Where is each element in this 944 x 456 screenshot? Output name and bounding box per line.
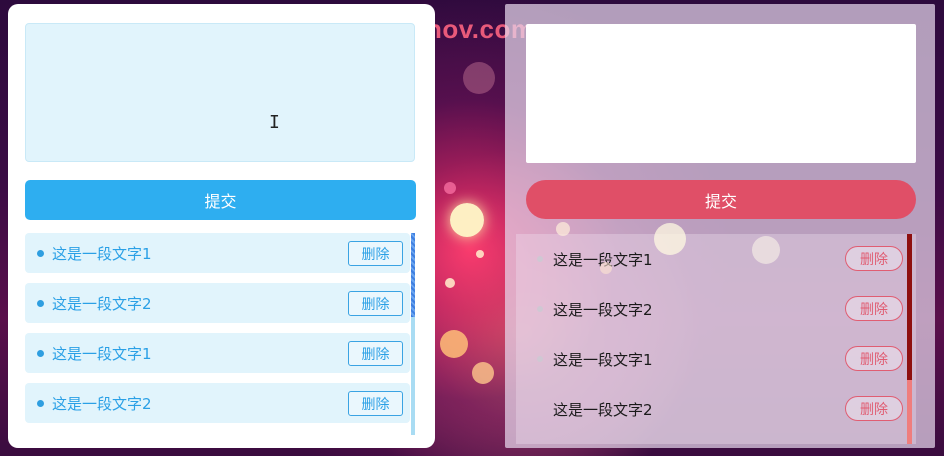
right-text-input[interactable]	[526, 24, 916, 163]
bokeh-light	[463, 62, 495, 94]
delete-button[interactable]: 删除	[845, 296, 903, 321]
left-item-list: 这是一段文字1 删除 这是一段文字2 删除 这是一段文字1 删除 这是一段文字2…	[25, 233, 415, 435]
list-item: 这是一段文字1 删除	[516, 234, 916, 284]
delete-button[interactable]: 删除	[845, 346, 903, 371]
left-scrollbar-thumb[interactable]	[411, 233, 415, 317]
bullet-dot-icon	[537, 406, 543, 412]
left-submit-label: 提交	[204, 192, 237, 211]
delete-button[interactable]: 删除	[348, 391, 403, 416]
right-panel: 提交 这是一段文字1 删除 这是一段文字2 删除 这是一段文字1 删除 这是一段…	[505, 4, 935, 448]
right-submit-button[interactable]: 提交	[526, 180, 916, 219]
bokeh-light	[476, 250, 484, 258]
list-item-text: 这是一段文字1	[553, 350, 653, 369]
bokeh-light	[444, 182, 456, 194]
bullet-dot-icon	[37, 349, 44, 357]
list-item: 这是一段文字1 删除	[25, 233, 410, 273]
delete-button[interactable]: 删除	[348, 341, 403, 366]
left-text-input[interactable]: I	[25, 23, 415, 162]
list-item-text: 这是一段文字1	[52, 344, 152, 363]
right-submit-label: 提交	[704, 191, 737, 211]
text-cursor-icon: I	[269, 112, 280, 133]
right-scrollbar-thumb[interactable]	[907, 234, 912, 380]
list-item-text: 这是一段文字2	[553, 400, 653, 419]
bullet-dot-icon	[537, 306, 543, 312]
bokeh-light	[450, 203, 484, 237]
bullet-dot-icon	[537, 256, 543, 262]
delete-button[interactable]: 删除	[348, 291, 403, 316]
list-item: 这是一段文字2 删除	[25, 283, 410, 323]
list-item-text: 这是一段文字1	[553, 250, 653, 269]
delete-button[interactable]: 删除	[348, 241, 403, 266]
delete-button[interactable]: 删除	[845, 396, 903, 421]
left-submit-button[interactable]: 提交	[25, 180, 416, 220]
list-item-text: 这是一段文字2	[52, 294, 152, 313]
right-item-list: 这是一段文字1 删除 这是一段文字2 删除 这是一段文字1 删除 这是一段文字2…	[516, 234, 916, 444]
bokeh-light	[440, 330, 468, 358]
list-item: 这是一段文字1 删除	[516, 334, 916, 384]
bullet-dot-icon	[37, 249, 44, 257]
bokeh-light	[472, 362, 494, 384]
bullet-dot-icon	[37, 399, 44, 407]
list-item: 这是一段文字1 删除	[25, 333, 410, 373]
list-item-text: 这是一段文字1	[52, 244, 152, 263]
bullet-dot-icon	[37, 299, 44, 307]
list-item-text: 这是一段文字2	[52, 394, 152, 413]
list-item: 这是一段文字2 删除	[516, 384, 916, 434]
bullet-dot-icon	[537, 356, 543, 362]
left-panel: I 提交 这是一段文字1 删除 这是一段文字2 删除 这是一段文字1 删除 这是…	[8, 4, 435, 448]
delete-button[interactable]: 删除	[845, 246, 903, 271]
list-item: 这是一段文字2 删除	[25, 383, 410, 423]
list-item: 这是一段文字2 删除	[516, 284, 916, 334]
bokeh-light	[445, 278, 455, 288]
list-item-text: 这是一段文字2	[553, 300, 653, 319]
